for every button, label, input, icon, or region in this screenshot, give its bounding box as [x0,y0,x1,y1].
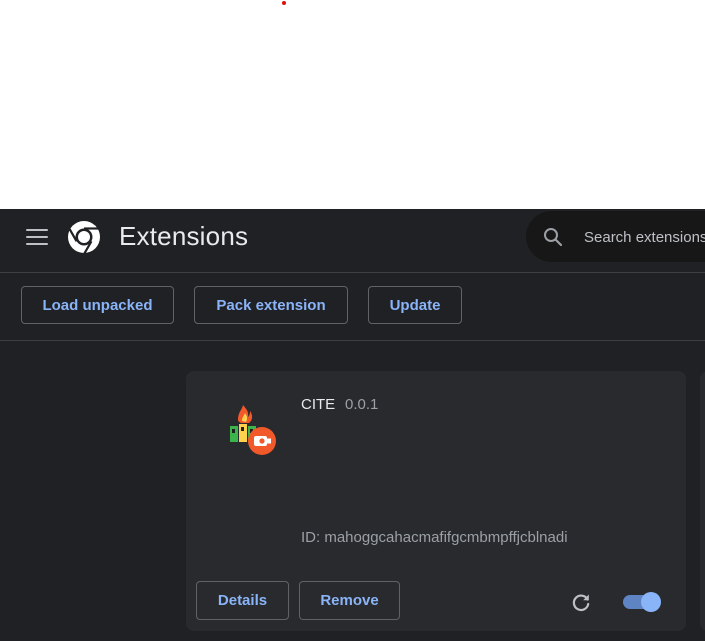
reload-icon[interactable] [569,590,593,614]
extensions-page: Extensions Load unpacked Pack extension … [0,209,705,641]
remove-button[interactable]: Remove [299,581,400,620]
extension-id-value: mahoggcahacmafifgcmbmpffjcblnadi [324,529,568,546]
search-box[interactable] [526,211,705,262]
blank-area [0,0,705,209]
update-button[interactable]: Update [368,286,462,324]
cite-extension-icon [227,403,276,455]
search-icon [544,228,563,247]
hamburger-menu-icon[interactable] [26,229,48,247]
chrome-logo [68,221,100,254]
search-input[interactable] [582,225,705,249]
extension-card: CITE 0.0.1 ID: mahoggcahacmafifgcmbmpffj… [186,371,686,631]
header: Extensions [0,209,705,273]
extension-version: 0.0.1 [345,396,379,413]
next-card-edge [700,371,705,631]
extension-id-label: ID: [301,529,321,546]
load-unpacked-button[interactable]: Load unpacked [21,286,174,324]
developer-toolbar: Load unpacked Pack extension Update [0,272,705,341]
enable-toggle[interactable] [621,591,663,613]
extension-id: ID: mahoggcahacmafifgcmbmpffjcblnadi [301,529,568,546]
details-button[interactable]: Details [196,581,289,620]
red-dot-marker [282,1,286,5]
toggle-knob [641,592,661,612]
extension-name: CITE [301,396,336,413]
page-title: Extensions [119,221,249,251]
pack-extension-button[interactable]: Pack extension [194,286,348,324]
